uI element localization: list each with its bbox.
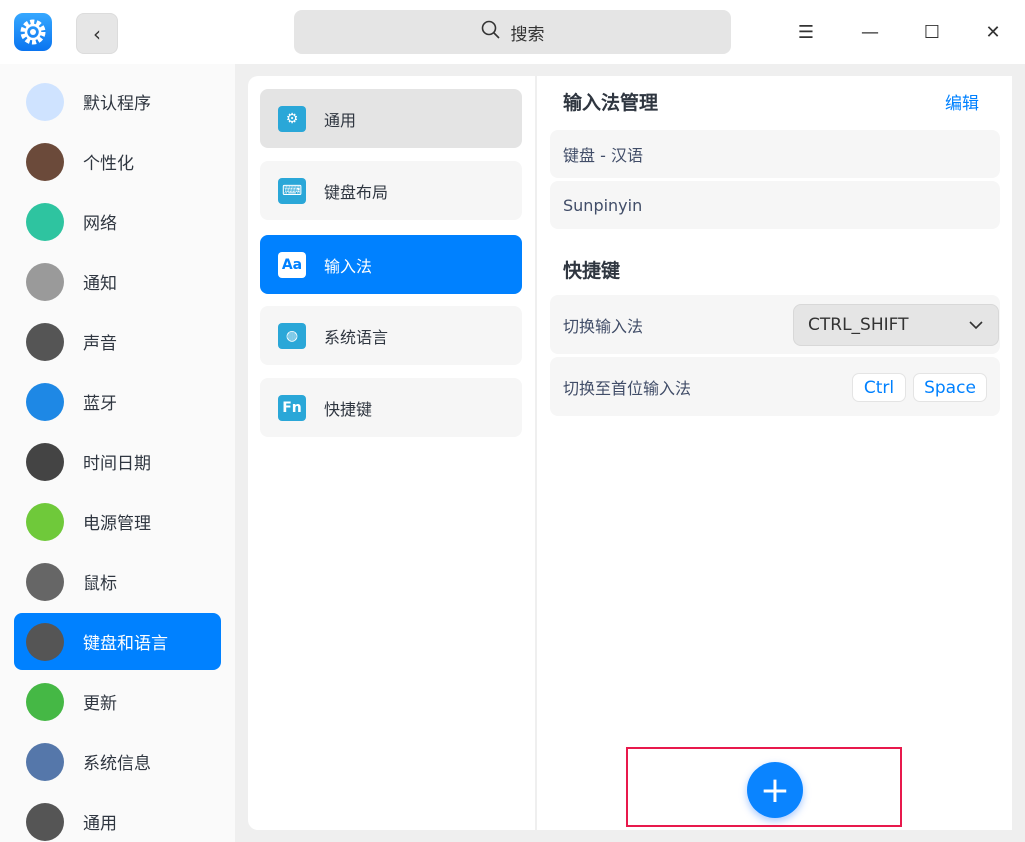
sidebar-item[interactable]: 声音 [14,313,221,370]
chevron-down-icon [968,315,984,335]
sidebar-item-label: 通知 [83,274,117,294]
input-method-management-title: 输入法管理 [563,92,659,114]
keyboard-icon [26,622,64,661]
keyboard-layout-icon: ⌨ [278,177,306,204]
switch-input-method-label: 切换输入法 [563,316,644,336]
sidebar-item[interactable]: 通用 [14,793,221,842]
default-apps-icon [26,82,64,121]
sidebar-item-label: 声音 [83,334,117,354]
sidebar-item[interactable]: 个性化 [14,133,221,190]
sidebar-item[interactable]: 系统信息 [14,733,221,790]
sidebar-item-label: 更新 [83,694,117,714]
input-method-item[interactable]: 键盘 - 汉语 [550,130,1000,178]
gear-icon: ⚙ [278,105,306,132]
subcategory-label: 输入法 [324,256,373,276]
subcategory-item[interactable]: ◍ 系统语言 [260,306,522,365]
highlight-box [626,747,902,827]
sidebar-item-label: 个性化 [83,154,134,174]
subcategory-item[interactable]: Aa 输入法 [260,235,522,294]
sidebar-item-label: 鼠标 [83,574,117,594]
close-button[interactable]: ✕ [975,14,1011,50]
sidebar-item-label: 网络 [83,214,117,234]
sidebar-item[interactable]: 网络 [14,193,221,250]
subcategory-panel: ⚙ 通用 ⌨ 键盘布局 Aa 输入法 ◍ 系统语言 Fn 快捷键 [248,76,535,830]
network-globe-icon [26,202,64,241]
minimize-button[interactable]: — [852,14,888,50]
sidebar-item[interactable]: 蓝牙 [14,373,221,430]
switch-input-method-dropdown[interactable]: CTRL_SHIFT [793,304,999,346]
search-placeholder: 搜索 [510,24,545,45]
sidebar-item-label: 蓝牙 [83,394,117,414]
settings-app-icon [14,13,52,51]
subcategory-item[interactable]: Fn 快捷键 [260,378,522,437]
switch-input-method-row: 切换输入法 CTRL_SHIFT [550,295,1000,354]
globe-icon: ◍ [278,322,306,349]
subcategory-label: 系统语言 [324,327,389,347]
sidebar-item-label: 时间日期 [83,454,151,474]
subcategory-item[interactable]: ⌨ 键盘布局 [260,161,522,220]
fn-icon: Fn [278,394,306,421]
palette-icon [26,142,64,181]
sidebar-item[interactable]: 鼠标 [14,553,221,610]
back-button[interactable]: ‹ [76,13,118,54]
sidebar-item[interactable]: 键盘和语言 [14,613,221,670]
search-input[interactable]: 搜索 [294,10,731,54]
menu-button[interactable]: ☰ [788,14,824,50]
dropdown-value: CTRL_SHIFT [808,315,909,335]
sidebar-item[interactable]: 时间日期 [14,433,221,490]
subcategory-label: 键盘布局 [324,182,389,202]
subcategory-label: 快捷键 [324,399,373,419]
clock-icon [26,442,64,481]
mouse-icon [26,562,64,601]
titlebar: ‹ 搜索 ☰ — ☐ ✕ [0,0,1025,64]
sidebar-item[interactable]: 电源管理 [14,493,221,550]
general-gear-icon [26,802,64,841]
sidebar: 默认程序个性化网络通知声音蓝牙时间日期电源管理鼠标键盘和语言更新系统信息通用 [0,64,235,842]
input-method-icon: Aa [278,251,306,278]
system-info-icon [26,742,64,781]
input-method-item[interactable]: Sunpinyin [550,181,1000,229]
sidebar-item-label: 系统信息 [83,754,151,774]
edit-link[interactable]: 编辑 [945,89,979,114]
battery-icon [26,502,64,541]
sidebar-item[interactable]: 通知 [14,253,221,310]
subcategory-item[interactable]: ⚙ 通用 [260,89,522,148]
key-space[interactable]: Space [913,373,987,402]
update-arrow-icon [26,682,64,721]
maximize-button[interactable]: ☐ [914,14,950,50]
sidebar-item-label: 键盘和语言 [83,634,168,654]
speaker-icon [26,322,64,361]
sidebar-item[interactable]: 默认程序 [14,73,221,130]
shortcut-title: 快捷键 [563,260,621,282]
bell-icon [26,262,64,301]
search-icon [481,20,501,45]
switch-to-first-row: 切换至首位输入法 Ctrl Space [550,357,1000,416]
sidebar-item-label: 通用 [83,814,117,834]
subcategory-label: 通用 [324,110,357,130]
sidebar-item[interactable]: 更新 [14,673,221,730]
bluetooth-icon [26,382,64,421]
switch-to-first-label: 切换至首位输入法 [563,378,692,398]
sidebar-item-label: 电源管理 [83,514,151,534]
input-method-panel: 输入法管理 编辑 键盘 - 汉语 Sunpinyin 快捷键 切换输入法 CTR… [537,76,1012,830]
sidebar-item-label: 默认程序 [83,94,151,114]
key-ctrl[interactable]: Ctrl [852,373,906,402]
